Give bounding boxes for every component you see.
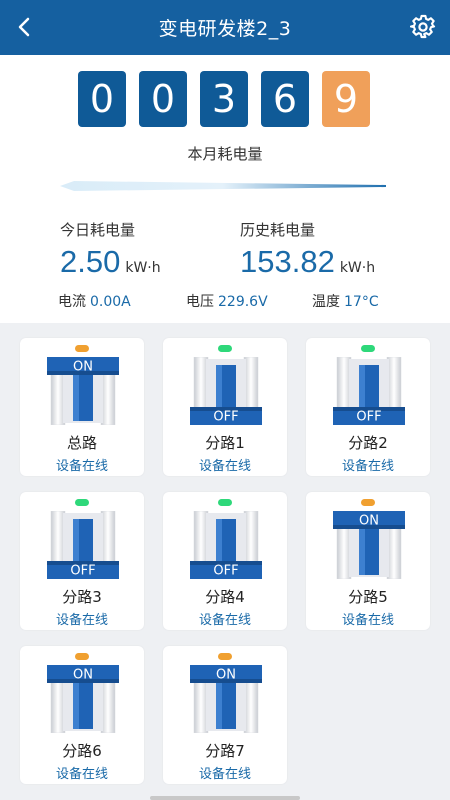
settings-button[interactable]	[406, 10, 440, 44]
switch-card-branch-2[interactable]: OFF 分路2 设备在线	[306, 338, 430, 476]
voltage-label: 电压	[186, 294, 214, 310]
breaker-switch-icon: ON	[47, 357, 119, 425]
back-button[interactable]	[8, 10, 42, 44]
back-arrow-icon	[18, 17, 30, 37]
counter-digit: 3	[200, 71, 248, 127]
breaker-switch-icon: OFF	[190, 511, 262, 579]
switch-status: 设备在线	[341, 613, 394, 628]
monthly-consumption-label: 本月耗电量	[187, 145, 263, 163]
svg-text:OFF: OFF	[70, 564, 95, 579]
svg-text:OFF: OFF	[356, 410, 381, 425]
breaker-switch-icon: ON	[333, 511, 405, 579]
breaker-switch-icon: OFF	[333, 357, 405, 425]
current-label: 电流	[58, 294, 86, 310]
counter-digit: 0	[139, 71, 187, 127]
switch-name: 分路4	[205, 588, 245, 606]
switch-name: 分路3	[62, 588, 102, 606]
current-reading: 电流 0.00A	[58, 291, 131, 311]
status-led	[361, 499, 375, 506]
today-consumption-unit: kW·h	[125, 260, 161, 276]
switch-name: 分路2	[348, 434, 388, 452]
svg-text:ON: ON	[73, 668, 93, 683]
switch-status: 设备在线	[198, 459, 251, 474]
status-led	[218, 345, 232, 352]
breaker-switch-icon: ON	[190, 665, 262, 733]
switch-card-branch-7[interactable]: ON 分路7 设备在线	[163, 646, 287, 784]
status-led	[361, 345, 375, 352]
switch-status: 设备在线	[341, 459, 394, 474]
monthly-counter: 0 0 3 6 9	[78, 71, 370, 127]
switch-card-branch-4[interactable]: OFF 分路4 设备在线	[163, 492, 287, 630]
svg-text:OFF: OFF	[213, 564, 238, 579]
svg-text:ON: ON	[73, 360, 93, 375]
status-led	[75, 653, 89, 660]
history-consumption-unit: kW·h	[339, 260, 376, 276]
decorative-divider	[60, 181, 386, 191]
switch-name: 分路7	[205, 742, 245, 760]
switch-status: 设备在线	[198, 767, 251, 782]
svg-text:ON: ON	[359, 514, 379, 529]
temperature-label: 温度	[312, 294, 340, 310]
switch-card-main[interactable]: ON 总路 设备在线	[20, 338, 144, 476]
voltage-value: 229.6V	[218, 294, 268, 310]
breaker-switch-icon: OFF	[47, 511, 119, 579]
home-indicator	[150, 796, 300, 800]
switch-card-branch-1[interactable]: OFF 分路1 设备在线	[163, 338, 287, 476]
app-header: 变电研发楼2_3	[0, 0, 450, 55]
today-consumption: 今日耗电量 2.50 kW·h	[60, 219, 161, 280]
status-led	[218, 499, 232, 506]
switch-name: 分路6	[62, 742, 102, 760]
switch-status: 设备在线	[55, 459, 108, 474]
gear-icon	[410, 14, 436, 39]
page-title: 变电研发楼2_3	[158, 18, 292, 40]
counter-digit: 6	[261, 71, 309, 127]
breaker-switch-icon: ON	[47, 665, 119, 733]
switch-name: 分路5	[348, 588, 388, 606]
history-consumption: 历史耗电量 153.82 kW·h	[240, 219, 375, 280]
history-consumption-value: 153.82	[240, 244, 335, 279]
temperature-reading: 温度 17°C	[312, 291, 379, 311]
svg-text:OFF: OFF	[213, 410, 238, 425]
switch-card-branch-3[interactable]: OFF 分路3 设备在线	[20, 492, 144, 630]
today-consumption-value: 2.50	[60, 244, 121, 279]
history-consumption-label: 历史耗电量	[240, 221, 316, 239]
switch-name: 分路1	[205, 434, 245, 452]
voltage-reading: 电压 229.6V	[186, 291, 268, 311]
energy-summary-panel: 0 0 3 6 9 本月耗电量 今日耗电量 2.50 kW·h 历史耗电量 153…	[0, 55, 450, 323]
svg-text:ON: ON	[216, 668, 236, 683]
status-led	[75, 499, 89, 506]
switch-status: 设备在线	[55, 767, 108, 782]
counter-digit: 9	[322, 71, 370, 127]
today-consumption-label: 今日耗电量	[60, 221, 136, 239]
switch-name: 总路	[66, 434, 97, 452]
status-led	[218, 653, 232, 660]
breaker-switch-icon: OFF	[190, 357, 262, 425]
status-led	[75, 345, 89, 352]
switch-status: 设备在线	[55, 613, 108, 628]
current-value: 0.00A	[90, 294, 131, 310]
counter-digit: 0	[78, 71, 126, 127]
switch-card-branch-5[interactable]: ON 分路5 设备在线	[306, 492, 430, 630]
switch-status: 设备在线	[198, 613, 251, 628]
temperature-value: 17°C	[344, 294, 379, 310]
switch-card-branch-6[interactable]: ON 分路6 设备在线	[20, 646, 144, 784]
